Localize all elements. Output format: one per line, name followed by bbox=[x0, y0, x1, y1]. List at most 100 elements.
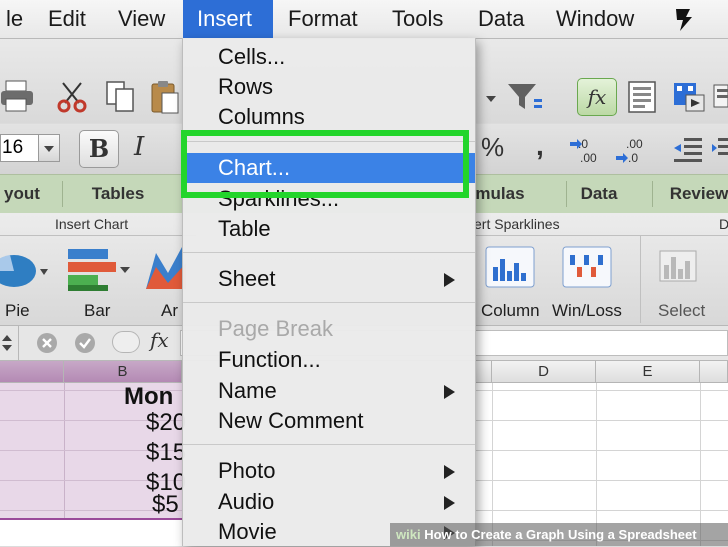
menu-item-rows[interactable]: Rows bbox=[183, 72, 475, 102]
menu-format[interactable]: Format bbox=[274, 0, 372, 38]
media-browser-icon[interactable] bbox=[672, 79, 710, 115]
toolbox-icon[interactable] bbox=[625, 79, 659, 115]
menu-item-cells[interactable]: Cells... bbox=[183, 42, 475, 72]
gallery-icon[interactable] bbox=[712, 79, 728, 115]
chevron-down-icon bbox=[44, 146, 54, 152]
name-box-stepper-icon[interactable] bbox=[0, 332, 14, 354]
menu-item-sheet[interactable]: Sheet bbox=[183, 264, 475, 294]
menu-item-function[interactable]: Function... bbox=[183, 345, 475, 375]
submenu-arrow-icon bbox=[444, 465, 455, 479]
font-size-dropdown[interactable] bbox=[38, 134, 60, 162]
svg-text:.00: .00 bbox=[580, 151, 597, 165]
percent-style-button[interactable]: % bbox=[481, 132, 504, 163]
value-cell-2[interactable]: $15 bbox=[146, 439, 186, 467]
select-button-label[interactable]: Select bbox=[658, 301, 705, 321]
menu-item-table[interactable]: Table bbox=[183, 214, 475, 244]
sparkline-win-loss-icon[interactable] bbox=[561, 245, 613, 289]
fx-label: fx bbox=[587, 85, 607, 109]
formula-bar-divider bbox=[18, 326, 19, 360]
watermark-brand: wiki bbox=[396, 527, 421, 542]
group-insert-chart-label: Insert Chart bbox=[55, 216, 129, 232]
increase-decimal-icon[interactable]: .0 .00 bbox=[570, 136, 604, 166]
menu-insert[interactable]: Insert bbox=[183, 0, 273, 38]
group-divider bbox=[0, 235, 196, 236]
menu-item-page-break: Page Break bbox=[218, 316, 333, 341]
chevron-down-icon[interactable] bbox=[485, 94, 497, 104]
menu-view[interactable]: View bbox=[104, 0, 179, 38]
column-header-c[interactable] bbox=[474, 361, 492, 383]
confirm-icon[interactable] bbox=[74, 332, 96, 354]
area-button-label[interactable]: Ar bbox=[161, 301, 178, 321]
bar-chart-icon[interactable] bbox=[64, 245, 134, 293]
area-chart-icon[interactable] bbox=[146, 243, 186, 293]
column-header-e[interactable]: E bbox=[596, 361, 700, 383]
column-header-a[interactable] bbox=[0, 361, 64, 383]
comma-style-button[interactable]: , bbox=[536, 130, 544, 162]
menu-item-name[interactable]: Name bbox=[183, 376, 475, 406]
font-size-field[interactable]: 16 bbox=[0, 134, 38, 162]
script-icon[interactable] bbox=[670, 5, 698, 33]
menu-item-audio[interactable]: Audio bbox=[183, 487, 475, 517]
sparkline-column-icon[interactable] bbox=[484, 245, 536, 289]
print-icon[interactable] bbox=[0, 79, 36, 113]
empty-cells[interactable] bbox=[474, 383, 728, 546]
filter-icon[interactable] bbox=[506, 81, 544, 115]
column-header-b[interactable]: B bbox=[64, 361, 182, 383]
menu-item-photo-label: Photo bbox=[218, 458, 276, 483]
watermark-text: How to Create a Graph Using a Spreadshee… bbox=[424, 527, 697, 542]
menu-item-movie-label: Movie bbox=[218, 519, 277, 544]
cancel-icon[interactable] bbox=[36, 332, 58, 354]
menu-data[interactable]: Data bbox=[464, 0, 538, 38]
formula-builder-button[interactable]: fx bbox=[577, 78, 617, 116]
pie-chart-icon[interactable] bbox=[0, 249, 50, 293]
decrease-indent-icon[interactable] bbox=[672, 136, 704, 164]
column-header-f[interactable] bbox=[700, 361, 728, 383]
select-data-icon[interactable] bbox=[656, 245, 708, 289]
pie-button-label[interactable]: Pie bbox=[5, 301, 30, 321]
sparkline-column-label[interactable]: Column bbox=[481, 301, 540, 321]
menu-window[interactable]: Window bbox=[542, 0, 648, 38]
svg-text:.00: .00 bbox=[626, 137, 643, 151]
tab-tables[interactable]: Tables bbox=[64, 175, 172, 213]
value-cell-4[interactable]: $5 bbox=[152, 491, 179, 519]
increase-indent-icon[interactable] bbox=[712, 136, 728, 164]
menu-tools[interactable]: Tools bbox=[378, 0, 457, 38]
header-cell-money[interactable]: Mon bbox=[124, 383, 173, 411]
group-divider bbox=[474, 235, 728, 236]
menu-item-chart[interactable]: Chart... bbox=[183, 153, 475, 183]
tab-layout[interactable]: yout bbox=[0, 175, 44, 213]
menu-item-sparklines[interactable]: Sparklines... bbox=[183, 184, 475, 214]
tab-data[interactable]: Data bbox=[568, 175, 630, 213]
menu-separator bbox=[183, 302, 475, 303]
cut-icon[interactable] bbox=[55, 79, 89, 113]
group-right-label: D bbox=[719, 216, 728, 232]
fx-label: fx bbox=[150, 328, 169, 352]
menu-separator bbox=[183, 252, 475, 253]
menu-item-columns[interactable]: Columns bbox=[183, 102, 475, 132]
value-cell-1[interactable]: $20 bbox=[146, 409, 186, 437]
insert-menu-dropdown: Cells... Rows Columns Chart... Sparkline… bbox=[182, 38, 476, 546]
menu-edit[interactable]: Edit bbox=[34, 0, 100, 38]
sparkline-win-loss-label[interactable]: Win/Loss bbox=[552, 301, 622, 321]
menu-bar: le Edit View Insert Format Tools Data Wi… bbox=[0, 0, 728, 39]
menu-item-new-comment[interactable]: New Comment bbox=[183, 406, 475, 436]
copy-icon[interactable] bbox=[104, 79, 138, 113]
tab-separator bbox=[566, 181, 567, 207]
menu-separator bbox=[183, 444, 475, 445]
paste-icon[interactable] bbox=[148, 79, 182, 115]
tab-review[interactable]: Review bbox=[668, 175, 728, 213]
formula-toggle[interactable] bbox=[112, 331, 140, 353]
menu-item-photo[interactable]: Photo bbox=[183, 456, 475, 486]
column-header-d[interactable]: D bbox=[492, 361, 596, 383]
watermark-banner: wiki How to Create a Graph Using a Sprea… bbox=[390, 523, 728, 546]
menu-file[interactable]: le bbox=[0, 0, 37, 38]
bar-button-label[interactable]: Bar bbox=[84, 301, 110, 321]
tab-formulas[interactable]: mulas bbox=[474, 175, 526, 213]
decrease-decimal-icon[interactable]: .00 .0 bbox=[616, 136, 650, 166]
bold-button[interactable]: B bbox=[79, 130, 119, 168]
menu-item-sheet-label: Sheet bbox=[218, 266, 276, 291]
italic-button[interactable]: I bbox=[134, 132, 144, 162]
svg-text:.0: .0 bbox=[628, 151, 638, 165]
submenu-arrow-icon bbox=[444, 385, 455, 399]
menu-item-audio-label: Audio bbox=[218, 489, 275, 514]
